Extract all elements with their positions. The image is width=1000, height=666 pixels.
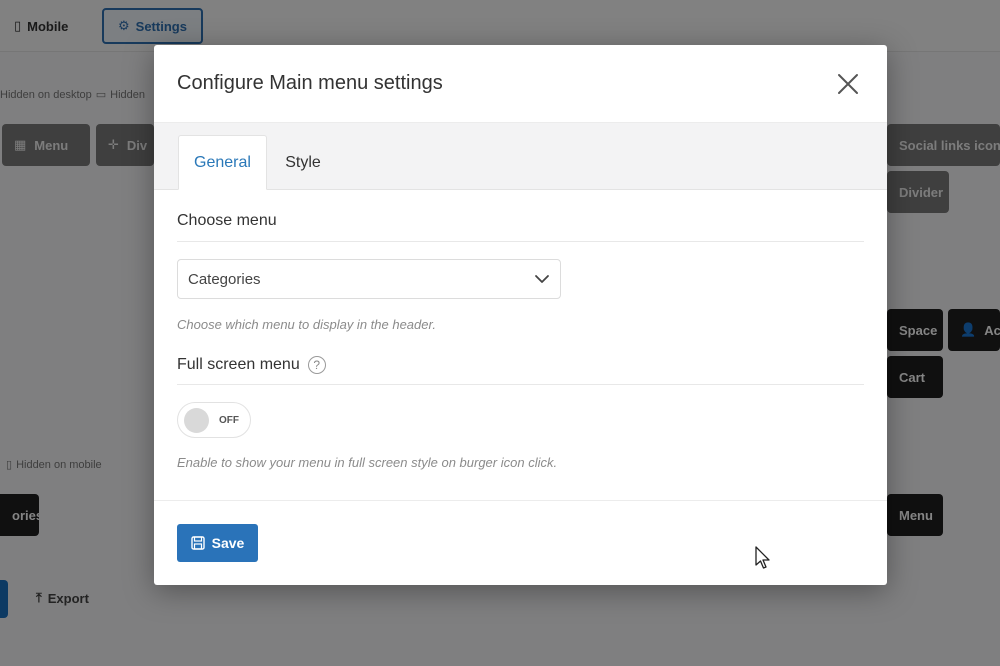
settings-modal: Configure Main menu settings General Sty… [154,45,887,585]
choose-menu-title: Choose menu [177,212,864,242]
close-icon [838,73,858,94]
modal-body: Choose menu Categories Choose which menu… [154,212,887,470]
tab-style[interactable]: Style [279,135,327,190]
modal-footer: Save [154,500,887,585]
full-screen-toggle[interactable]: OFF [177,402,251,438]
mouse-cursor-icon [755,546,770,569]
floppy-icon [190,536,205,550]
close-button[interactable] [833,69,863,99]
tab-general[interactable]: General [178,135,267,190]
full-screen-title: Full screen menu ? [177,356,864,385]
choose-menu-help: Choose which menu to display in the head… [177,317,436,332]
modal-header: Configure Main menu settings [154,45,887,123]
menu-select[interactable]: Categories [177,259,561,299]
chevron-down-icon [535,275,549,283]
toggle-knob [184,407,209,433]
modal-tabs: General Style [154,123,887,190]
toggle-state: OFF [219,414,239,426]
save-button[interactable]: Save [177,524,258,562]
full-screen-help: Enable to show your menu in full screen … [177,455,558,470]
modal-title: Configure Main menu settings [177,72,443,94]
menu-select-value: Categories [188,270,261,288]
question-icon[interactable]: ? [307,356,326,374]
